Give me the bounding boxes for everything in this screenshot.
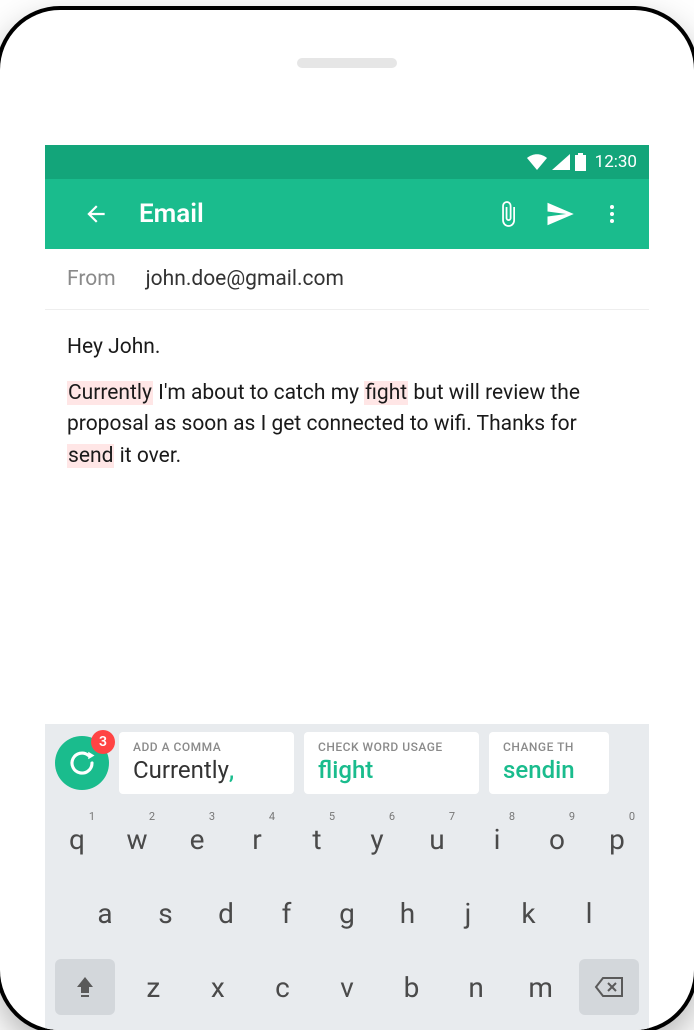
cell-signal-icon xyxy=(552,154,570,170)
key-b[interactable]: b xyxy=(386,956,438,1018)
from-value: john.doe@gmail.com xyxy=(146,267,344,291)
from-row[interactable]: From john.doe@gmail.com xyxy=(45,249,649,310)
error-word-fight[interactable]: fight xyxy=(364,381,408,405)
error-word-send[interactable]: send xyxy=(67,444,114,468)
from-label: From xyxy=(67,267,116,291)
key-n[interactable]: n xyxy=(450,956,502,1018)
suggestion-hint: CHECK WORD USAGE xyxy=(318,740,465,754)
shift-key[interactable] xyxy=(55,959,115,1015)
greeting-line: Hey John. xyxy=(67,332,627,364)
key-k[interactable]: k xyxy=(503,882,555,944)
key-d[interactable]: d xyxy=(200,882,252,944)
phone-speaker xyxy=(297,58,397,68)
more-button[interactable] xyxy=(593,195,631,233)
phone-frame: 12:30 Email From john.doe@gmail.com Hey … xyxy=(0,10,694,1030)
app-bar: Email xyxy=(45,179,649,249)
suggestion-card-sending[interactable]: CHANGE TH sendin xyxy=(489,732,609,794)
key-a[interactable]: a xyxy=(79,882,131,944)
status-time: 12:30 xyxy=(595,152,637,172)
status-bar: 12:30 xyxy=(45,145,649,179)
app-title: Email xyxy=(139,199,475,229)
suggestion-row: 3 ADD A COMMA Currently, CHECK WORD USAG… xyxy=(45,724,649,802)
key-z[interactable]: z xyxy=(127,956,179,1018)
key-l[interactable]: l xyxy=(563,882,615,944)
key-m[interactable]: m xyxy=(515,956,567,1018)
suggestion-hint: CHANGE TH xyxy=(503,740,595,754)
key-i[interactable]: i8 xyxy=(471,808,523,870)
key-g[interactable]: g xyxy=(321,882,373,944)
body-paragraph: Currently I'm about to catch my fight bu… xyxy=(67,378,627,473)
key-u[interactable]: u7 xyxy=(411,808,463,870)
key-h[interactable]: h xyxy=(382,882,434,944)
key-f[interactable]: f xyxy=(261,882,313,944)
key-r[interactable]: r4 xyxy=(231,808,283,870)
keyboard-rows: q1w2e3r4t5y6u7i8o9p0 asdfghjkl zxcvbnm xyxy=(45,802,649,1018)
back-button[interactable] xyxy=(77,195,115,233)
key-s[interactable]: s xyxy=(140,882,192,944)
suggestion-text: Currently, xyxy=(133,756,280,784)
wifi-icon xyxy=(527,154,547,170)
screen: 12:30 Email From john.doe@gmail.com Hey … xyxy=(45,145,649,1030)
key-t[interactable]: t5 xyxy=(291,808,343,870)
keyboard-row-2: asdfghjkl xyxy=(51,882,643,944)
key-c[interactable]: c xyxy=(256,956,308,1018)
key-o[interactable]: o9 xyxy=(531,808,583,870)
attachment-button[interactable] xyxy=(489,195,527,233)
battery-icon xyxy=(575,153,586,171)
key-x[interactable]: x xyxy=(192,956,244,1018)
backspace-key[interactable] xyxy=(579,959,639,1015)
key-j[interactable]: j xyxy=(442,882,494,944)
suggestion-card-flight[interactable]: CHECK WORD USAGE flight xyxy=(304,732,479,794)
keyboard-area: 3 ADD A COMMA Currently, CHECK WORD USAG… xyxy=(45,724,649,1030)
key-e[interactable]: e3 xyxy=(171,808,223,870)
grammarly-button[interactable]: 3 xyxy=(55,736,109,790)
send-button[interactable] xyxy=(541,195,579,233)
key-p[interactable]: p0 xyxy=(591,808,643,870)
grammarly-badge: 3 xyxy=(91,730,115,754)
key-w[interactable]: w2 xyxy=(111,808,163,870)
suggestion-hint: ADD A COMMA xyxy=(133,740,280,754)
key-y[interactable]: y6 xyxy=(351,808,403,870)
suggestion-text: flight xyxy=(318,756,465,784)
key-q[interactable]: q1 xyxy=(51,808,103,870)
error-word-currently[interactable]: Currently xyxy=(67,381,153,405)
suggestions-container[interactable]: ADD A COMMA Currently, CHECK WORD USAGE … xyxy=(119,732,639,794)
keyboard-row-1: q1w2e3r4t5y6u7i8o9p0 xyxy=(51,808,643,870)
key-v[interactable]: v xyxy=(321,956,373,1018)
compose-area[interactable]: Hey John. Currently I'm about to catch m… xyxy=(45,310,649,516)
suggestion-card-comma[interactable]: ADD A COMMA Currently, xyxy=(119,732,294,794)
keyboard-row-3: zxcvbnm xyxy=(51,956,643,1018)
suggestion-text: sendin xyxy=(503,756,595,784)
